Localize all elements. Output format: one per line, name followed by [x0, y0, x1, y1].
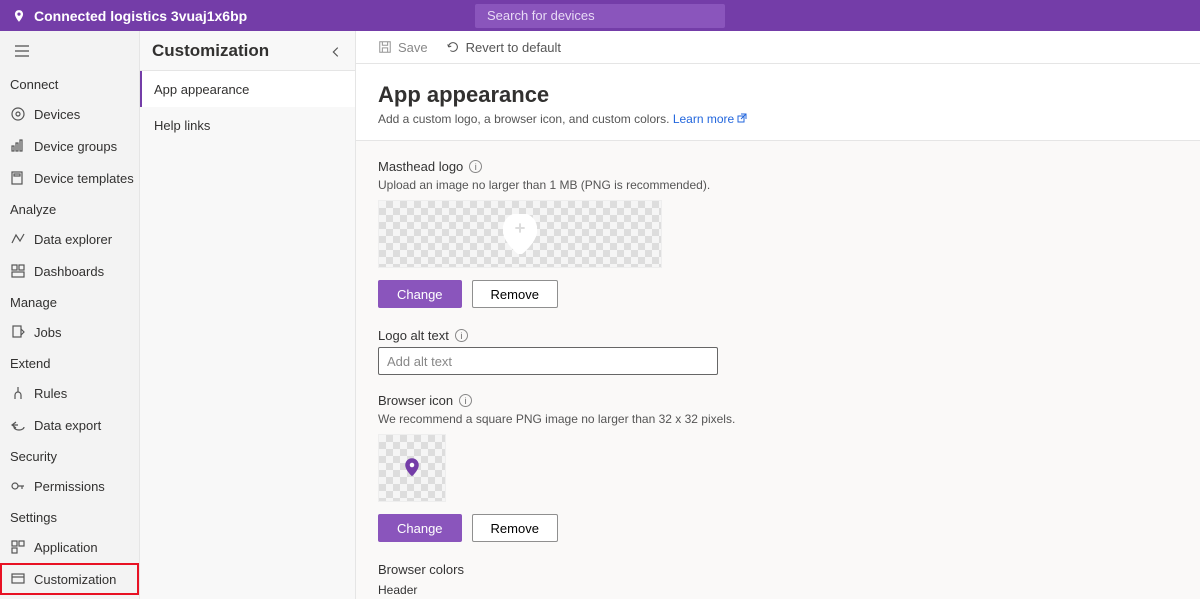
search-input[interactable] [475, 4, 725, 28]
favicon-preview [378, 434, 446, 502]
revert-label: Revert to default [466, 40, 561, 55]
alt-text-input[interactable] [378, 347, 718, 375]
export-icon [10, 417, 26, 433]
chart-icon [10, 138, 26, 154]
command-bar: Save Revert to default [356, 31, 1200, 64]
template-icon [10, 170, 26, 186]
revert-button[interactable]: Revert to default [446, 40, 561, 55]
nav-item-label: Device templates [34, 171, 134, 186]
subnav-item-help-links[interactable]: Help links [140, 107, 355, 143]
favicon-remove-button[interactable]: Remove [472, 514, 558, 542]
chevron-left-icon[interactable] [329, 44, 343, 58]
nav-item-label: Permissions [34, 479, 105, 494]
nav-item-data-export[interactable]: Data export [0, 409, 139, 441]
explorer-icon [10, 231, 26, 247]
masthead-hint: Upload an image no larger than 1 MB (PNG… [378, 178, 1178, 192]
nav-item-label: Dashboards [34, 264, 104, 279]
location-pin-icon [12, 9, 26, 23]
nav-item-devices[interactable]: Devices [0, 98, 139, 130]
nav-item-label: Data export [34, 418, 101, 433]
nav-item-label: Data explorer [34, 232, 112, 247]
nav-item-rules[interactable]: Rules [0, 377, 139, 409]
page-header: App appearance Add a custom logo, a brow… [356, 64, 1200, 141]
alt-text-label: Logo alt text i [378, 328, 1178, 343]
nav-group-connect: Connect [0, 71, 139, 98]
nav-item-permissions[interactable]: Permissions [0, 470, 139, 502]
header-color-label: Header [378, 583, 1178, 597]
nav-item-device-groups[interactable]: Device groups [0, 130, 139, 162]
masthead-label: Masthead logo i [378, 159, 1178, 174]
jobs-icon [10, 324, 26, 340]
save-label: Save [398, 40, 428, 55]
devices-icon [10, 106, 26, 122]
subnav-title-row: Customization [140, 31, 355, 71]
dashboard-icon [10, 263, 26, 279]
left-nav: Connect Devices Device groups Device tem… [0, 31, 140, 599]
nav-item-label: Rules [34, 386, 67, 401]
external-link-icon [737, 112, 747, 122]
info-icon[interactable]: i [469, 160, 482, 173]
nav-item-label: Application [34, 540, 98, 555]
subnav-title: Customization [152, 41, 269, 61]
top-bar: Connected logistics 3vuaj1x6bp [0, 0, 1200, 31]
favicon-label: Browser icon i [378, 393, 1178, 408]
hamburger-button[interactable] [0, 31, 139, 71]
subnav-item-label: Help links [154, 118, 210, 133]
page-description: Add a custom logo, a browser icon, and c… [378, 112, 1178, 126]
browser-colors-label: Browser colors [378, 562, 1178, 577]
save-button[interactable]: Save [378, 40, 428, 55]
customization-icon [10, 571, 26, 587]
nav-item-label: Device groups [34, 139, 117, 154]
info-icon[interactable]: i [459, 394, 472, 407]
nav-item-data-explorer[interactable]: Data explorer [0, 223, 139, 255]
nav-group-extend: Extend [0, 350, 139, 377]
subnav-item-app-appearance[interactable]: App appearance [140, 71, 355, 107]
main-content: Save Revert to default App appearance Ad… [356, 31, 1200, 599]
nav-group-settings: Settings [0, 504, 139, 531]
info-icon[interactable]: i [455, 329, 468, 342]
learn-more-link[interactable]: Learn more [673, 112, 747, 126]
masthead-change-button[interactable]: Change [378, 280, 462, 308]
nav-item-customization[interactable]: Customization [0, 563, 139, 595]
nav-group-analyze: Analyze [0, 196, 139, 223]
nav-item-application[interactable]: Application [0, 531, 139, 563]
nav-group-security: Security [0, 443, 139, 470]
nav-item-device-templates[interactable]: Device templates [0, 162, 139, 194]
nav-item-label: Jobs [34, 325, 61, 340]
nav-item-dashboards[interactable]: Dashboards [0, 255, 139, 287]
application-icon [10, 539, 26, 555]
subnav-item-label: App appearance [154, 82, 249, 97]
nav-item-label: Devices [34, 107, 80, 122]
subnav-panel: Customization App appearance Help links [140, 31, 356, 599]
masthead-remove-button[interactable]: Remove [472, 280, 558, 308]
permissions-icon [10, 478, 26, 494]
app-title: Connected logistics 3vuaj1x6bp [34, 8, 247, 24]
favicon-change-button[interactable]: Change [378, 514, 462, 542]
nav-item-jobs[interactable]: Jobs [0, 316, 139, 348]
nav-item-label: Customization [34, 572, 116, 587]
favicon-hint: We recommend a square PNG image no large… [378, 412, 1178, 426]
page-title: App appearance [378, 82, 1178, 108]
rules-icon [10, 385, 26, 401]
masthead-logo-preview [378, 200, 662, 268]
nav-group-manage: Manage [0, 289, 139, 316]
